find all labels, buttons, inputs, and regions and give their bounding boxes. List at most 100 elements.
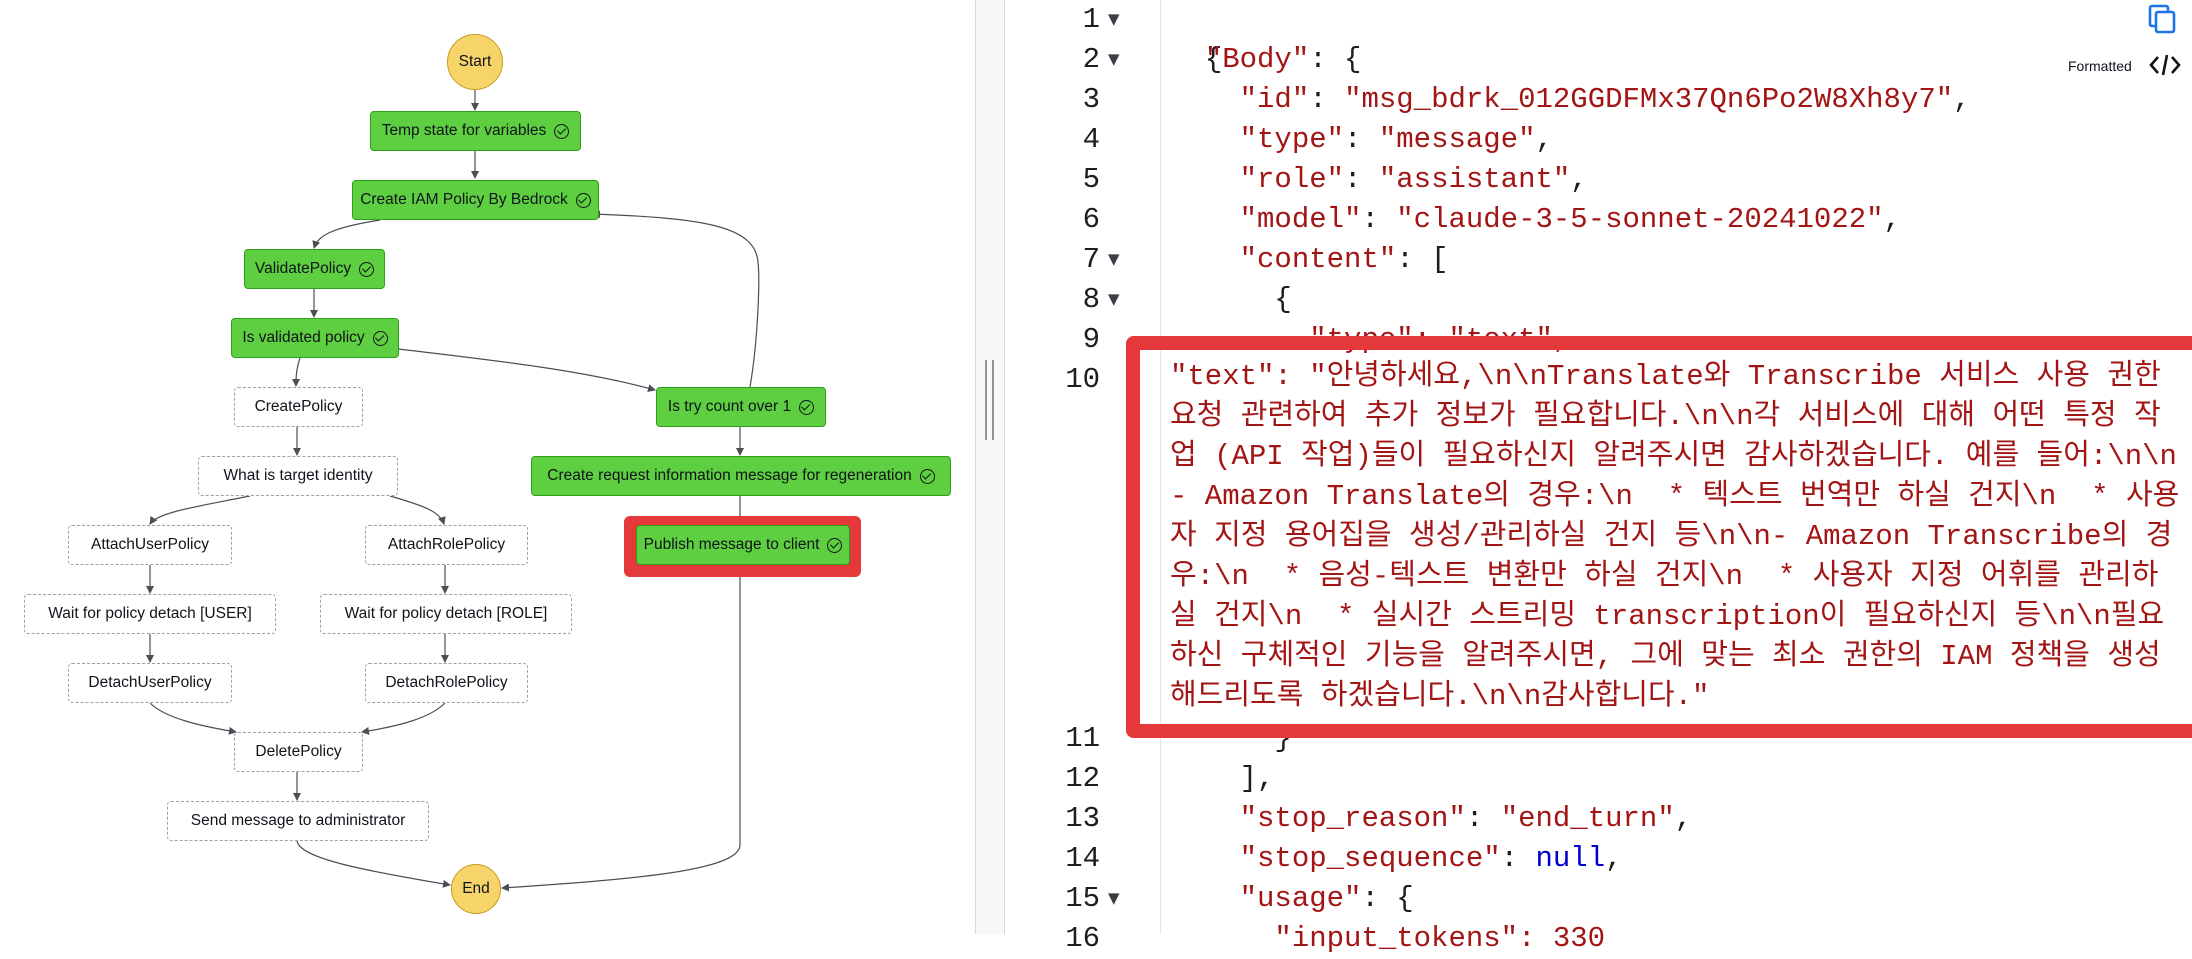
- code-line-14: "stop_sequence": null,: [1239, 842, 1623, 875]
- json-string: "assistant": [1378, 163, 1571, 196]
- line-number: 3: [1082, 83, 1100, 116]
- check-circle-icon: [575, 192, 591, 208]
- line-number: 16: [1065, 922, 1100, 955]
- detach-user-policy-label: DetachUserPolicy: [88, 674, 212, 691]
- copy-icon[interactable]: [2148, 4, 2176, 34]
- line-number: 9: [1082, 323, 1100, 356]
- json-null: null: [1535, 842, 1606, 875]
- wait-user-node[interactable]: Wait for policy detach [USER]: [24, 594, 276, 634]
- create-policy-node[interactable]: CreatePolicy: [234, 387, 363, 427]
- start-node[interactable]: Start: [447, 34, 503, 90]
- fold-arrow-icon[interactable]: ▼: [1108, 250, 1120, 268]
- code-line-15: "usage": {: [1170, 879, 1414, 919]
- json-key: "id": [1239, 83, 1310, 116]
- create-policy-label: CreatePolicy: [254, 398, 343, 415]
- code-line-4: "type": "message",: [1239, 123, 1553, 156]
- delete-policy-node[interactable]: DeletePolicy: [234, 732, 363, 772]
- create-iam-policy-label: Create IAM Policy By Bedrock: [360, 191, 568, 208]
- punctuation: : [: [1396, 243, 1449, 276]
- grip-line: [985, 360, 987, 440]
- json-key: "Body": [1204, 43, 1310, 76]
- end-node[interactable]: End: [451, 864, 501, 914]
- check-circle-icon: [554, 123, 570, 139]
- line-number: 4: [1082, 123, 1100, 156]
- create-request-label: Create request information message for r…: [547, 467, 912, 484]
- target-identity-node[interactable]: What is target identity: [198, 456, 398, 496]
- check-circle-icon: [359, 261, 375, 277]
- code-line-13: "stop_reason": "end_turn",: [1239, 802, 1693, 835]
- check-circle-icon: [919, 468, 935, 484]
- json-string: "claude-3-5-sonnet-20241022": [1396, 203, 1884, 236]
- brace: {: [1274, 283, 1292, 316]
- punctuation: ],: [1239, 762, 1275, 795]
- grip-line: [992, 360, 994, 440]
- is-validated-node[interactable]: Is validated policy: [231, 318, 399, 358]
- line-number: 12: [1065, 762, 1100, 795]
- attach-role-policy-label: AttachRolePolicy: [387, 536, 506, 553]
- temp-state-node[interactable]: Temp state for variables: [370, 111, 581, 151]
- formatted-label[interactable]: Formatted: [2068, 58, 2132, 74]
- code-line-8: {: [1170, 280, 1292, 320]
- start-label: Start: [458, 53, 492, 70]
- wait-role-node[interactable]: Wait for policy detach [ROLE]: [320, 594, 572, 634]
- fold-arrow-icon[interactable]: ▼: [1108, 889, 1120, 907]
- check-circle-icon: [827, 537, 843, 553]
- detach-user-policy-node[interactable]: DetachUserPolicy: [68, 663, 232, 703]
- code-line-3: "id": "msg_bdrk_012GGDFMx37Qn6Po2W8Xh8y7…: [1239, 83, 1971, 116]
- line-number: 6: [1082, 203, 1100, 236]
- json-key: "role": [1239, 163, 1345, 196]
- fold-arrow-icon[interactable]: ▼: [1108, 50, 1120, 68]
- json-key: "model": [1239, 203, 1362, 236]
- is-try-count-label: Is try count over 1: [667, 398, 792, 415]
- create-iam-policy-node[interactable]: Create IAM Policy By Bedrock: [352, 180, 599, 220]
- send-admin-node[interactable]: Send message to administrator: [167, 801, 429, 841]
- create-request-node[interactable]: Create request information message for r…: [531, 456, 951, 496]
- fold-arrow-icon[interactable]: ▼: [1108, 290, 1120, 308]
- code-line-7: "content": [: [1170, 240, 1449, 280]
- punctuation: : {: [1361, 882, 1414, 915]
- line-number: 7: [1082, 243, 1100, 276]
- pane-resize-handle[interactable]: [975, 0, 1005, 934]
- target-identity-label: What is target identity: [223, 467, 373, 484]
- is-validated-label: Is validated policy: [242, 329, 365, 346]
- json-key: "stop_sequence": [1239, 842, 1501, 875]
- line-number: 2: [1082, 43, 1100, 76]
- attach-role-policy-node[interactable]: AttachRolePolicy: [365, 525, 528, 565]
- json-key: "type": [1239, 123, 1345, 156]
- check-circle-icon: [799, 399, 815, 415]
- line-number: 15: [1065, 882, 1100, 915]
- publish-message-node[interactable]: Publish message to client: [636, 525, 850, 565]
- detach-role-policy-label: DetachRolePolicy: [385, 674, 508, 691]
- json-key: "content": [1239, 243, 1397, 276]
- fold-arrow-icon[interactable]: ▼: [1108, 10, 1120, 28]
- attach-user-policy-node[interactable]: AttachUserPolicy: [68, 525, 232, 565]
- end-label: End: [462, 880, 490, 897]
- validate-policy-label: ValidatePolicy: [254, 260, 352, 277]
- json-string: "end_turn": [1500, 802, 1675, 835]
- workflow-graph[interactable]: Start Temp state for variables Create IA…: [0, 0, 975, 934]
- line-number: 5: [1082, 163, 1100, 196]
- send-admin-label: Send message to administrator: [190, 812, 406, 829]
- attach-user-policy-label: AttachUserPolicy: [90, 536, 209, 553]
- detach-role-policy-node[interactable]: DetachRolePolicy: [365, 663, 528, 703]
- json-key: "stop_reason": [1239, 802, 1466, 835]
- code-line-16: "input_tokens": 330: [1170, 919, 1605, 959]
- publish-message-label: Publish message to client: [643, 536, 820, 553]
- json-usage-entry: "input_tokens": 330: [1274, 922, 1606, 955]
- code-line-12: ],: [1170, 759, 1275, 799]
- line-number: 10: [1065, 363, 1100, 396]
- temp-state-label: Temp state for variables: [381, 122, 547, 139]
- check-circle-icon: [372, 330, 388, 346]
- validate-policy-node[interactable]: ValidatePolicy: [244, 249, 385, 289]
- line-number: 14: [1065, 842, 1100, 875]
- line-number: 13: [1065, 802, 1100, 835]
- line-number: 8: [1082, 283, 1100, 316]
- highlight-box: [1126, 336, 2192, 738]
- delete-policy-label: DeletePolicy: [255, 743, 342, 760]
- line-number: 1: [1082, 3, 1100, 36]
- code-icon[interactable]: [2148, 52, 2182, 78]
- code-line-5: "role": "assistant",: [1239, 163, 1588, 196]
- is-try-count-node[interactable]: Is try count over 1: [656, 387, 826, 427]
- wait-user-label: Wait for policy detach [USER]: [48, 605, 252, 622]
- json-key: "usage": [1239, 882, 1362, 915]
